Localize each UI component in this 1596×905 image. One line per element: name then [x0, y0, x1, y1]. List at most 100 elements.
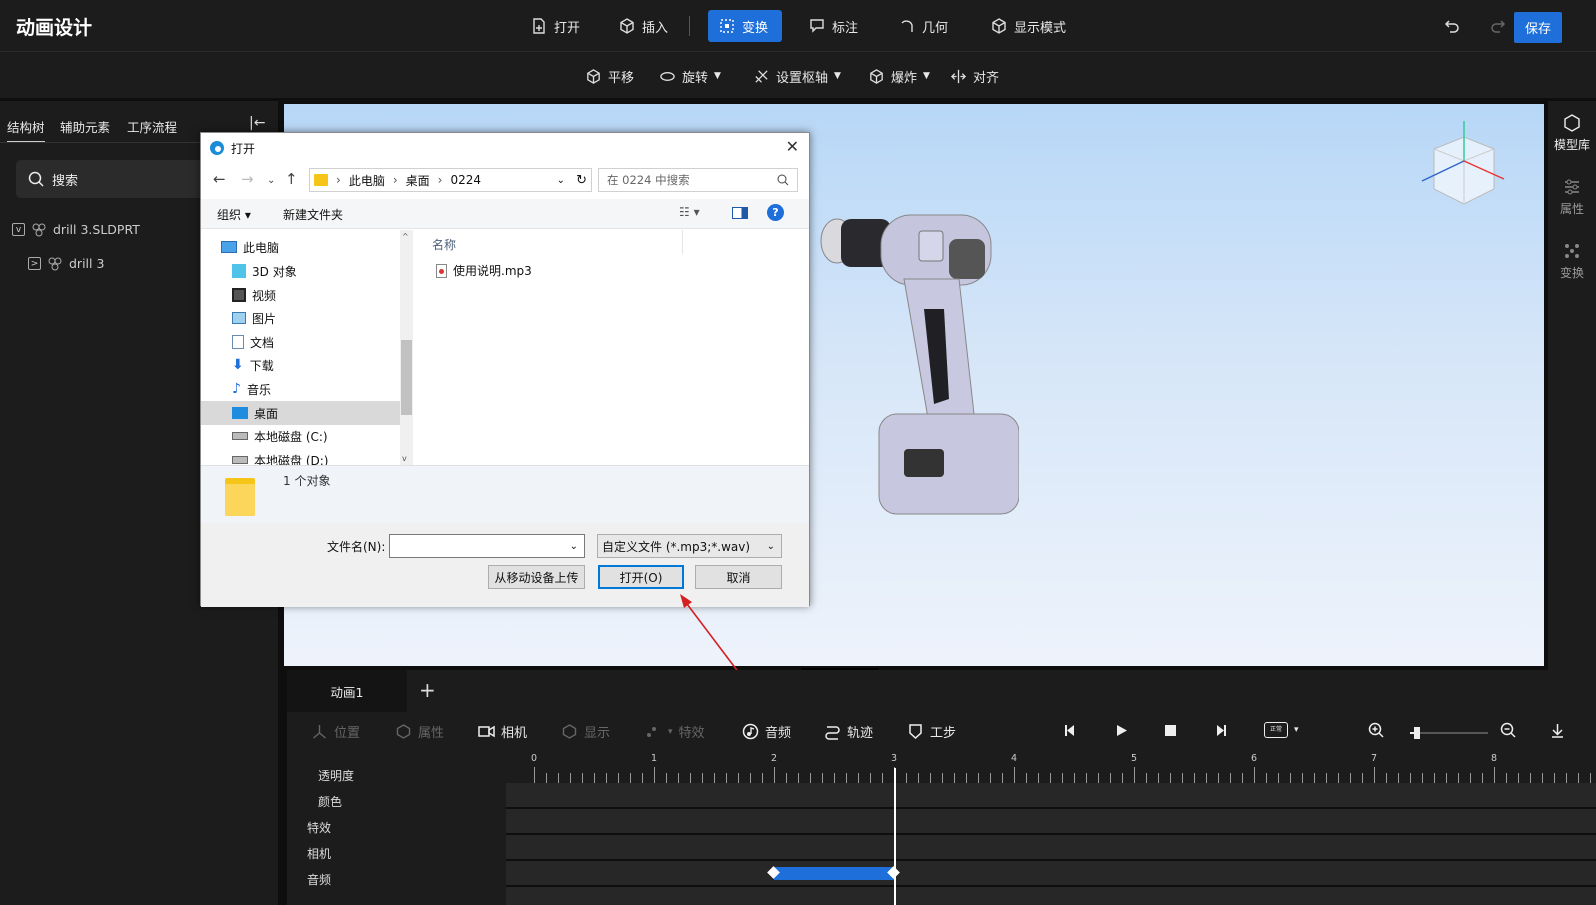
- undo-button[interactable]: [1433, 10, 1471, 42]
- address-bar[interactable]: › 此电脑 › 桌面 › 0224 ⌄ ↻: [309, 168, 592, 192]
- track-color[interactable]: [506, 809, 1596, 833]
- new-folder-button[interactable]: 新建文件夹: [283, 206, 343, 223]
- chevron-down-icon[interactable]: ⌄: [570, 541, 578, 552]
- chevron-right-icon[interactable]: >: [28, 257, 41, 270]
- nav-scrollbar[interactable]: ^ v: [400, 230, 413, 465]
- collapse-panel-icon[interactable]: |←: [249, 115, 265, 131]
- previous-frame-button[interactable]: [1062, 722, 1079, 739]
- track-camera[interactable]: [506, 861, 1596, 885]
- translate-button[interactable]: 平移: [585, 64, 634, 88]
- playback-speed-button[interactable]: 正常 ▾: [1264, 722, 1299, 738]
- column-header-name[interactable]: 名称: [432, 236, 456, 253]
- dialog-titlebar[interactable]: 打开: [201, 133, 809, 163]
- playhead[interactable]: [894, 768, 896, 905]
- ruler-tick: [1134, 767, 1135, 783]
- download-button[interactable]: [1549, 722, 1566, 739]
- display-button[interactable]: 显示: [561, 722, 610, 741]
- align-button[interactable]: 对齐: [950, 64, 999, 88]
- ruler-tick: [1530, 773, 1531, 783]
- address-dropdown-icon[interactable]: ⌄: [557, 175, 565, 186]
- properties-button[interactable]: 属性: [1548, 177, 1596, 217]
- position-button[interactable]: 位置: [311, 722, 360, 741]
- set-pivot-button[interactable]: 设置枢轴 ▼: [753, 64, 841, 88]
- attribute-button[interactable]: 属性: [395, 722, 444, 741]
- zoom-slider[interactable]: [1410, 727, 1488, 739]
- redo-button[interactable]: [1479, 10, 1517, 42]
- audio-button[interactable]: 音频: [742, 722, 791, 741]
- tab-process-flow[interactable]: 工序流程: [127, 117, 177, 136]
- open-file-button[interactable]: 打开(O): [598, 565, 684, 589]
- breadcrumb-folder[interactable]: 0224: [450, 173, 481, 187]
- track-label-camera: 相机: [307, 847, 332, 861]
- nav-item-documents[interactable]: 文档: [232, 330, 274, 354]
- preview-pane-icon[interactable]: [732, 207, 748, 219]
- breadcrumb-desktop[interactable]: 桌面: [406, 172, 430, 189]
- tree-item-drill[interactable]: > drill 3: [28, 256, 104, 271]
- track-effects[interactable]: [506, 835, 1596, 859]
- next-frame-button[interactable]: [1212, 722, 1229, 739]
- filetype-select[interactable]: 自定义文件 (*.mp3;*.wav) ⌄: [597, 534, 782, 558]
- save-button[interactable]: 保存: [1514, 12, 1562, 43]
- file-item[interactable]: 使用说明.mp3: [436, 262, 532, 279]
- zoom-in-button[interactable]: [1368, 722, 1385, 739]
- back-arrow-icon[interactable]: ←: [213, 170, 226, 188]
- rotate-button[interactable]: 旋转 ▼: [659, 64, 721, 88]
- nav-item-disk-c[interactable]: 本地磁盘 (C:): [232, 424, 328, 448]
- chevron-down-icon[interactable]: v: [12, 223, 25, 236]
- nav-item-desktop[interactable]: 桌面: [201, 401, 400, 425]
- effects-button[interactable]: ▾ 特效: [645, 722, 705, 741]
- open-button[interactable]: 打开: [520, 10, 590, 42]
- orientation-cube[interactable]: [1404, 119, 1514, 219]
- tab-structure-tree[interactable]: 结构树: [7, 117, 45, 143]
- insert-button[interactable]: 插入: [608, 10, 678, 42]
- forward-arrow-icon[interactable]: →: [241, 170, 254, 188]
- transform-button[interactable]: 变换: [708, 10, 782, 42]
- breadcrumb-this-pc[interactable]: 此电脑: [349, 172, 385, 189]
- display-mode-button[interactable]: 显示模式: [980, 10, 1076, 42]
- nav-item-downloads[interactable]: ⬇ 下载: [232, 353, 274, 377]
- nav-item-pictures[interactable]: 图片: [232, 306, 276, 330]
- cancel-button[interactable]: 取消: [695, 565, 782, 589]
- ruler-tick-label: 4: [1011, 753, 1018, 764]
- tree-item-drill-sldprt[interactable]: v drill 3.SLDPRT: [12, 222, 140, 237]
- add-tab-button[interactable]: +: [419, 678, 436, 702]
- nav-item-disk-d[interactable]: 本地磁盘 (D:): [232, 448, 328, 465]
- refresh-icon[interactable]: ↻: [576, 173, 587, 188]
- help-icon[interactable]: ?: [767, 204, 784, 221]
- nav-item-this-pc[interactable]: 此电脑: [221, 235, 279, 259]
- nav-item-videos[interactable]: 视频: [232, 283, 276, 307]
- filename-input[interactable]: ⌄: [389, 534, 585, 558]
- chevron-down-icon[interactable]: ⌄: [767, 541, 775, 552]
- view-options-icon[interactable]: ☷ ▾: [679, 205, 700, 219]
- organize-button[interactable]: 组织 ▾: [217, 206, 251, 223]
- align-icon: [950, 69, 967, 83]
- trajectory-button[interactable]: 轨迹: [824, 722, 873, 741]
- geometry-button[interactable]: 几何: [888, 10, 958, 42]
- explode-button[interactable]: 爆炸 ▼: [868, 64, 930, 88]
- zoom-slider-thumb[interactable]: [1413, 727, 1420, 739]
- camera-button[interactable]: 相机: [478, 722, 527, 741]
- close-icon[interactable]: ✕: [786, 137, 799, 156]
- nav-item-music[interactable]: ♪ 音乐: [232, 377, 271, 401]
- tab-animation-1[interactable]: 动画1: [287, 670, 407, 712]
- recent-locations-icon[interactable]: ⌄: [267, 175, 275, 186]
- folder-search-input[interactable]: 在 0224 中搜索: [598, 168, 798, 192]
- annotate-button[interactable]: 标注: [798, 10, 868, 42]
- step-button[interactable]: 工步: [907, 722, 956, 741]
- track-opacity[interactable]: [506, 783, 1596, 807]
- track-audio[interactable]: [506, 887, 1596, 905]
- ruler-tick: [810, 773, 811, 783]
- camera-keyframe-bar[interactable]: [774, 867, 894, 880]
- up-arrow-icon[interactable]: ↑: [285, 170, 298, 188]
- drill-model[interactable]: [809, 209, 1019, 529]
- upload-from-device-button[interactable]: 从移动设备上传: [488, 565, 585, 589]
- tab-auxiliary-elements[interactable]: 辅助元素: [60, 117, 110, 136]
- file-open-icon: [533, 18, 545, 34]
- zoom-out-button[interactable]: [1500, 722, 1517, 739]
- nav-item-3d-objects[interactable]: 3D 对象: [232, 259, 297, 283]
- timeline-ruler[interactable]: 0 1 2 3 4 5 6 7 8: [506, 753, 1596, 783]
- transform-panel-button[interactable]: 变换: [1548, 241, 1596, 281]
- stop-button[interactable]: [1162, 722, 1179, 739]
- model-library-button[interactable]: 模型库: [1548, 113, 1596, 153]
- play-button[interactable]: [1113, 722, 1130, 739]
